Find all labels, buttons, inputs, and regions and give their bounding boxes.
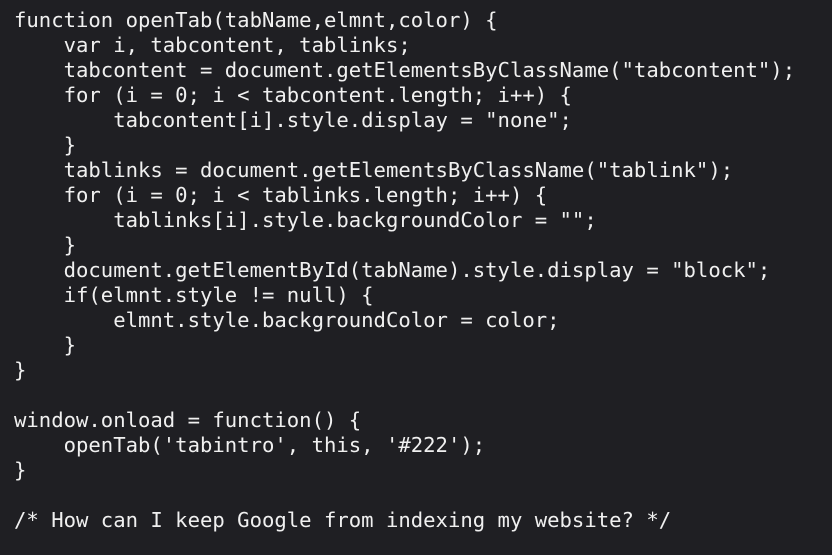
code-comment-line: /* How can I keep Google from indexing m… — [14, 508, 672, 532]
code-line: tablinks[i].style.backgroundColor = ""; — [14, 208, 597, 232]
code-line: } — [14, 233, 76, 257]
code-line: window.onload = function() { — [14, 408, 362, 432]
code-line: function openTab(tabName,elmnt,color) { — [14, 8, 498, 32]
code-line: tabcontent[i].style.display = "none"; — [14, 108, 572, 132]
code-line: openTab('tabintro', this, '#222'); — [14, 433, 486, 457]
code-line: elmnt.style.backgroundColor = color; — [14, 308, 560, 332]
code-line: var i, tabcontent, tablinks; — [14, 33, 411, 57]
code-line: } — [14, 333, 76, 357]
code-editor[interactable]: function openTab(tabName,elmnt,color) { … — [14, 8, 824, 533]
code-line: for (i = 0; i < tabcontent.length; i++) … — [14, 83, 572, 107]
code-line: tablinks = document.getElementsByClassNa… — [14, 158, 734, 182]
code-line: document.getElementById(tabName).style.d… — [14, 258, 771, 282]
code-line: for (i = 0; i < tablinks.length; i++) { — [14, 183, 548, 207]
code-line: } — [14, 458, 27, 482]
code-line: if(elmnt.style != null) { — [14, 283, 374, 307]
code-line: } — [14, 133, 76, 157]
code-line: tabcontent = document.getElementsByClass… — [14, 58, 796, 82]
code-line: } — [14, 358, 27, 382]
